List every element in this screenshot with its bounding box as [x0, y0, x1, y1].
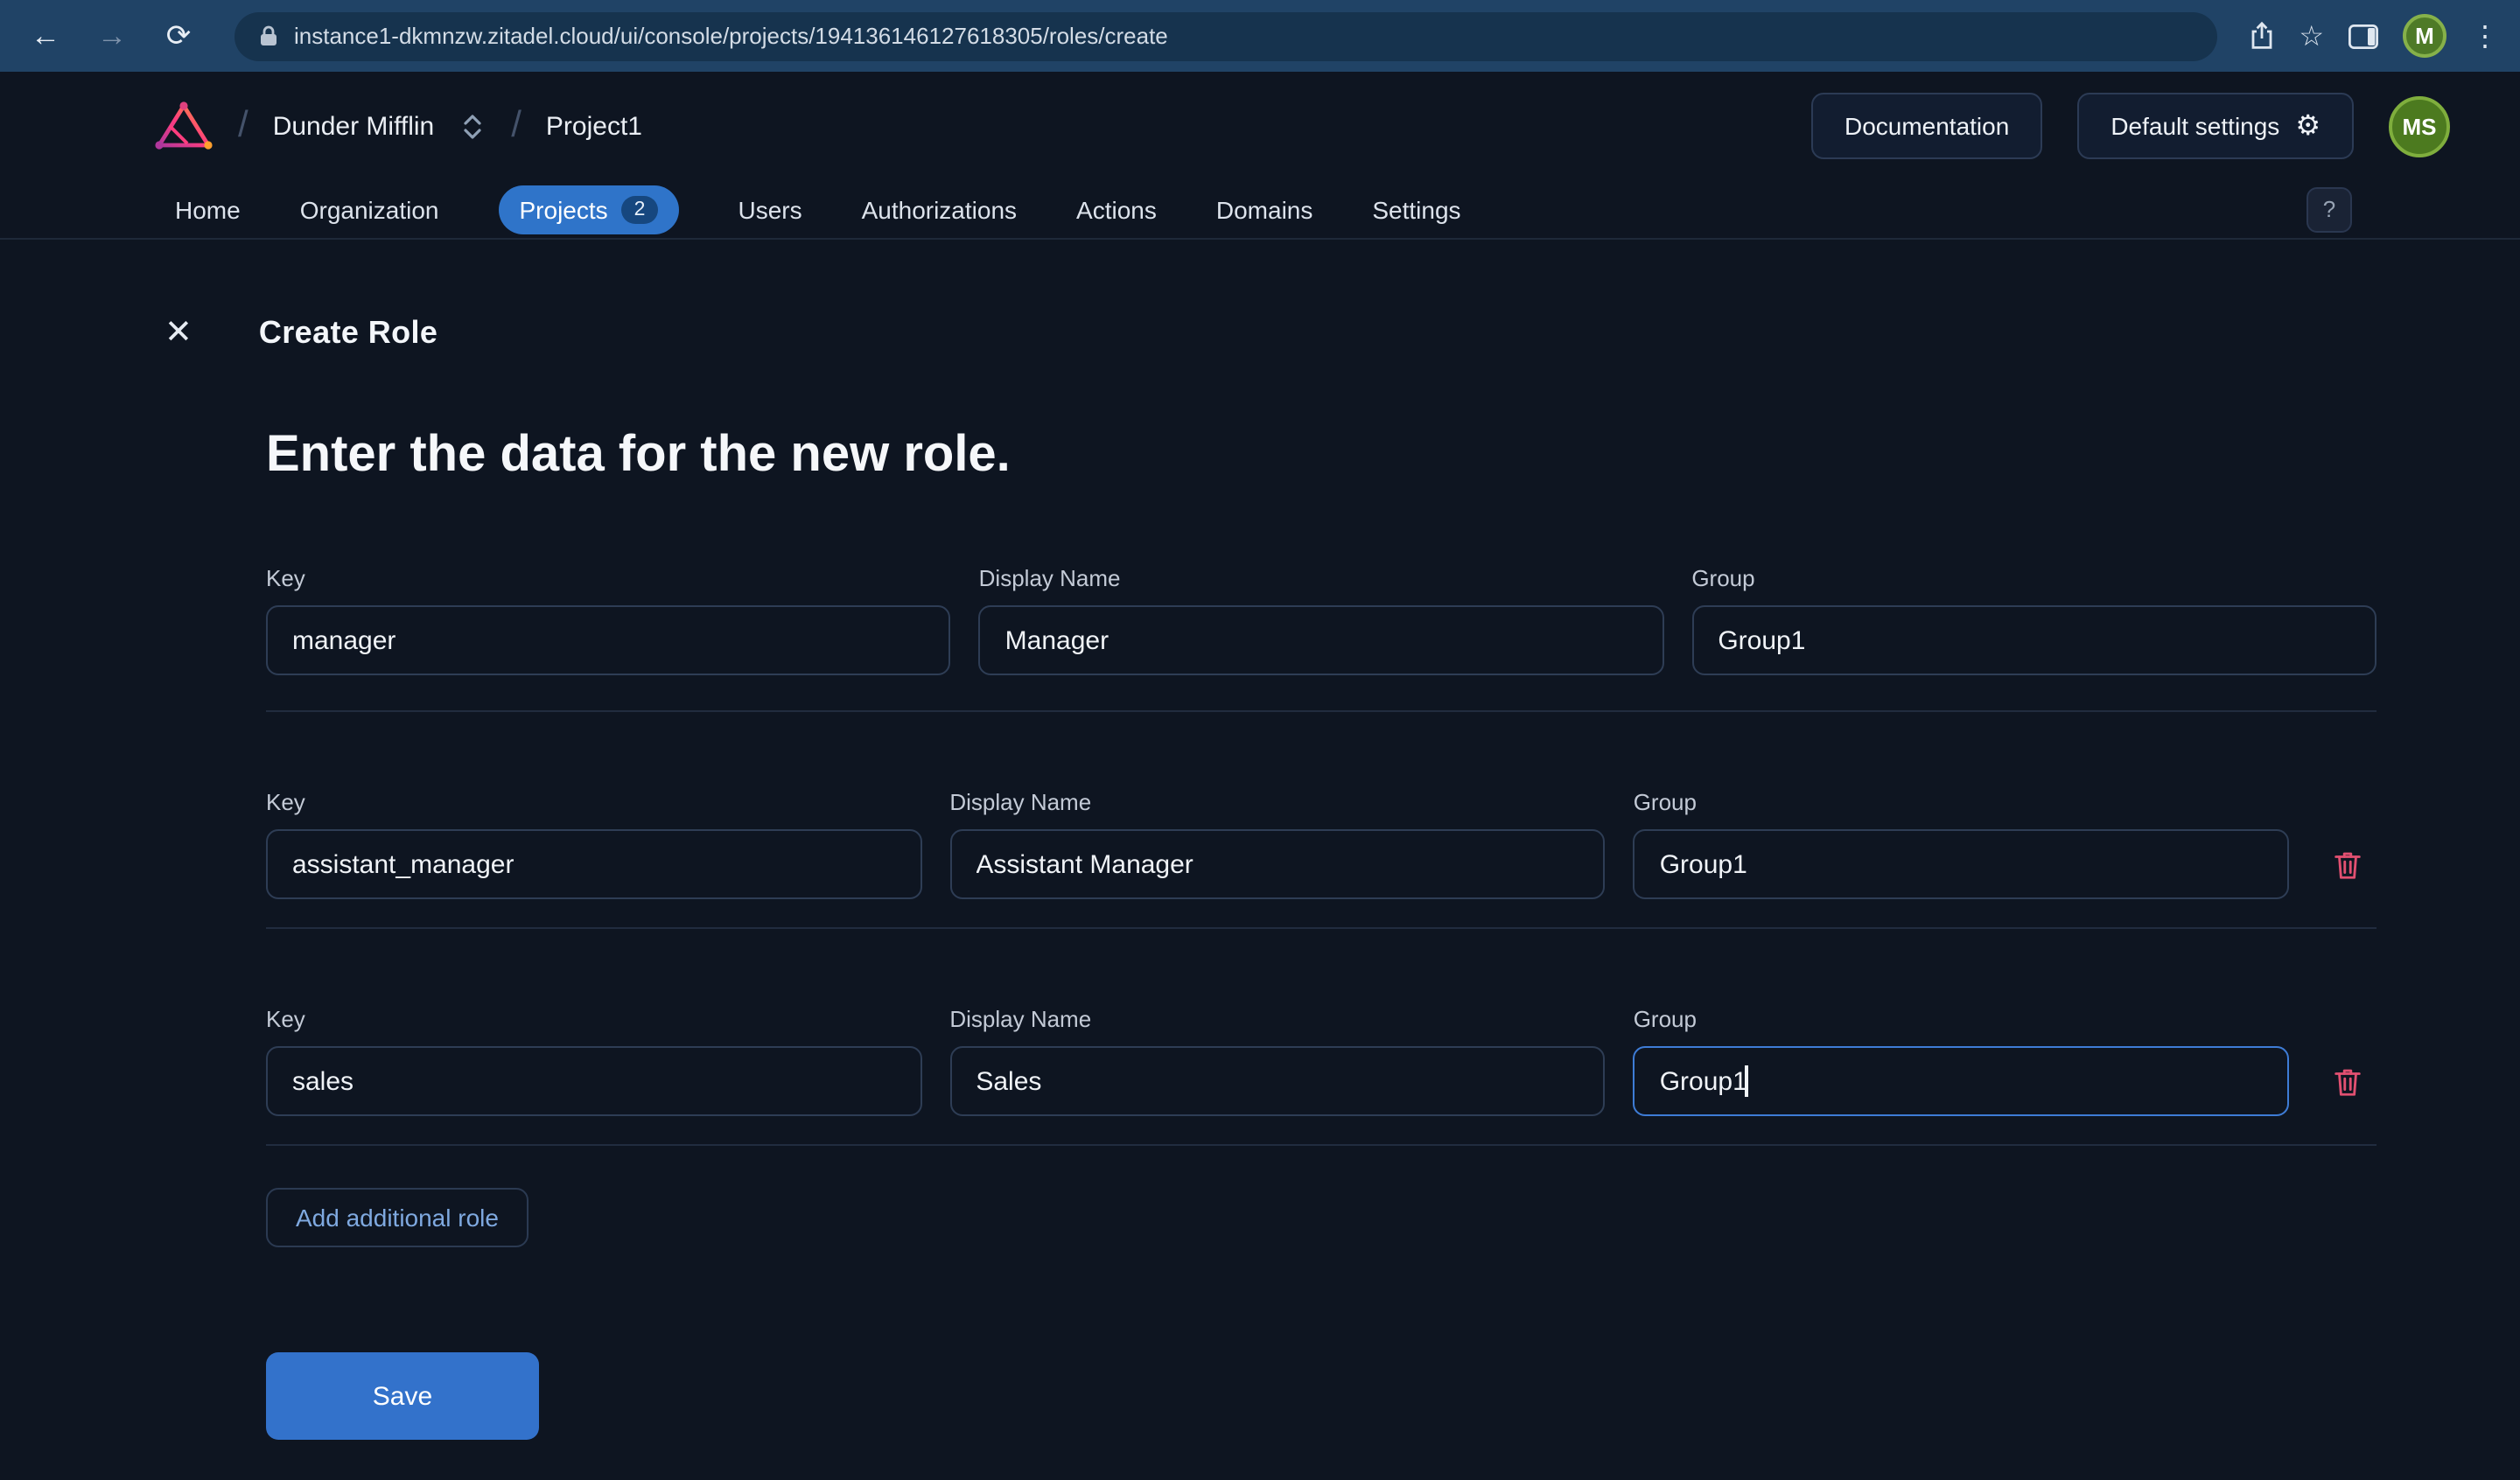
group-input[interactable]: [1691, 605, 2376, 675]
tab-authorizations[interactable]: Authorizations: [862, 195, 1017, 223]
display-name-input[interactable]: [949, 1046, 1606, 1116]
gear-icon: ⚙: [2295, 112, 2320, 142]
chrome-toolbar-right: ☆ M ⋮: [2248, 14, 2499, 58]
key-label: Key: [266, 1006, 305, 1032]
side-panel-icon[interactable]: [2348, 24, 2378, 48]
text-cursor: [1745, 1065, 1748, 1097]
default-settings-label: Default settings: [2110, 112, 2280, 140]
page-title: Create Role: [258, 315, 438, 350]
display-name-field-group: Display Name: [949, 1006, 1606, 1116]
key-field-group: Key: [266, 565, 951, 675]
app-header: / Dunder Mifflin / Project1 Documentatio…: [0, 72, 2520, 180]
add-additional-role-button[interactable]: Add additional role: [266, 1188, 528, 1247]
default-settings-button[interactable]: Default settings ⚙: [2077, 93, 2354, 159]
save-button[interactable]: Save: [266, 1352, 539, 1440]
display-name-field-group: Display Name: [949, 789, 1606, 899]
breadcrumb-project[interactable]: Project1: [546, 111, 642, 141]
delete-role-button[interactable]: [2317, 1046, 2376, 1116]
group-field-group: Group: [1633, 1006, 2290, 1116]
browser-menu-icon[interactable]: ⋮: [2471, 18, 2499, 53]
lock-icon: [261, 25, 276, 45]
tab-users[interactable]: Users: [738, 195, 802, 223]
group-input[interactable]: [1633, 829, 2290, 899]
group-label: Group: [1633, 789, 1697, 815]
tab-organization[interactable]: Organization: [300, 195, 439, 223]
user-avatar[interactable]: MS: [2389, 95, 2450, 157]
page-title-row: ✕ Create Role: [0, 313, 2520, 353]
form-heading: Enter the data for the new role.: [266, 427, 1011, 483]
role-row: Key Display Name Group: [266, 929, 2376, 1146]
back-icon[interactable]: ←: [21, 11, 70, 60]
key-input[interactable]: [266, 605, 951, 675]
close-icon[interactable]: ✕: [164, 313, 192, 353]
trash-icon: [2334, 851, 2360, 878]
main-nav: Home Organization Projects 2 Users Autho…: [0, 180, 2520, 240]
group-field-group: Group: [1691, 565, 2376, 675]
display-name-label: Display Name: [978, 565, 1121, 591]
display-name-field-group: Display Name: [978, 565, 1664, 675]
screen: ← → ⟳ instance1-dkmnzw.zitadel.cloud/ui/…: [0, 0, 2520, 1480]
browser-profile-avatar[interactable]: M: [2403, 14, 2446, 58]
key-field-group: Key: [266, 1006, 922, 1116]
tab-settings[interactable]: Settings: [1372, 195, 1460, 223]
org-switcher-button[interactable]: [458, 109, 486, 143]
url-text: instance1-dkmnzw.zitadel.cloud/ui/consol…: [294, 23, 1168, 49]
breadcrumb-org[interactable]: Dunder Mifflin: [273, 111, 435, 141]
group-input-focused[interactable]: [1633, 1046, 2290, 1116]
role-row: Key Display Name Group: [266, 485, 2376, 712]
unfold-more-icon: [464, 114, 481, 138]
group-label: Group: [1691, 565, 1755, 591]
key-label: Key: [266, 789, 305, 815]
display-name-label: Display Name: [949, 789, 1092, 815]
tab-home[interactable]: Home: [175, 195, 241, 223]
display-name-input[interactable]: [978, 605, 1664, 675]
help-button[interactable]: ?: [2306, 186, 2352, 232]
tab-projects[interactable]: Projects 2: [498, 185, 679, 234]
roles-form: Key Display Name Group Key: [266, 485, 2376, 1146]
breadcrumb-separator: /: [238, 105, 248, 145]
key-input[interactable]: [266, 829, 922, 899]
tab-projects-label: Projects: [519, 195, 608, 223]
tab-actions[interactable]: Actions: [1076, 195, 1157, 223]
display-name-input[interactable]: [949, 829, 1606, 899]
documentation-label: Documentation: [1844, 112, 2010, 140]
browser-chrome: ← → ⟳ instance1-dkmnzw.zitadel.cloud/ui/…: [0, 0, 2520, 72]
tab-domains[interactable]: Domains: [1216, 195, 1313, 223]
forward-icon[interactable]: →: [88, 11, 136, 60]
key-input[interactable]: [266, 1046, 922, 1116]
bookmark-star-icon[interactable]: ☆: [2299, 18, 2324, 53]
projects-count-badge: 2: [621, 195, 658, 223]
display-name-label: Display Name: [949, 1006, 1092, 1032]
documentation-button[interactable]: Documentation: [1810, 93, 2043, 159]
key-field-group: Key: [266, 789, 922, 899]
trash-icon: [2334, 1068, 2360, 1095]
group-field-group: Group: [1633, 789, 2290, 899]
breadcrumb-separator: /: [511, 105, 522, 145]
share-icon[interactable]: [2248, 21, 2274, 51]
header-actions: Documentation Default settings ⚙ MS: [1810, 93, 2450, 159]
reload-icon[interactable]: ⟳: [154, 11, 203, 60]
delete-role-button[interactable]: [2317, 829, 2376, 899]
role-row: Key Display Name Group: [266, 712, 2376, 929]
key-label: Key: [266, 565, 305, 591]
group-label: Group: [1633, 1006, 1697, 1032]
zitadel-logo[interactable]: [154, 100, 214, 152]
address-bar[interactable]: instance1-dkmnzw.zitadel.cloud/ui/consol…: [234, 11, 2217, 60]
